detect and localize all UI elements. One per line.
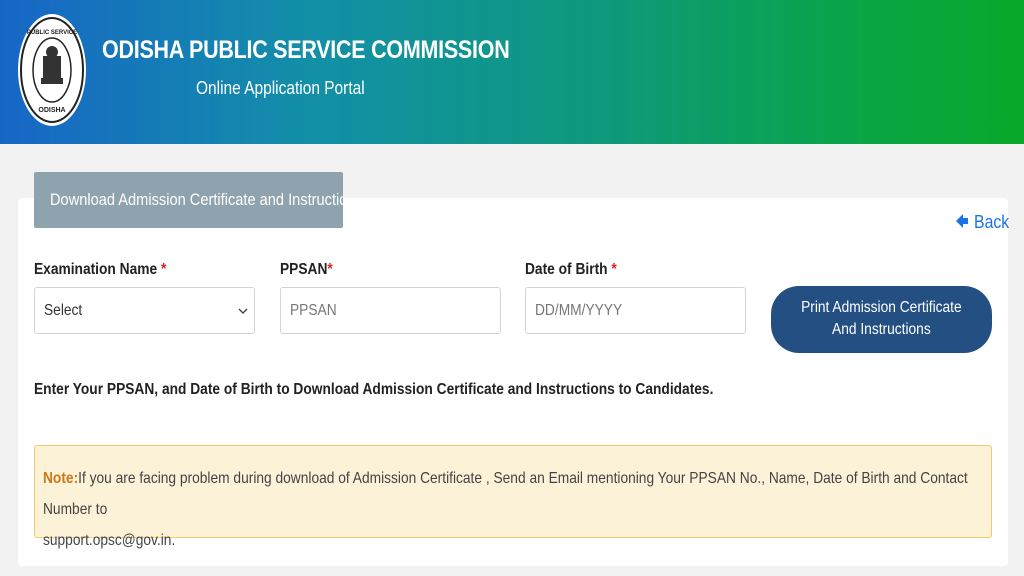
print-admission-certificate-button[interactable]: Print Admission Certificate And Instruct… bbox=[771, 286, 992, 353]
note-label: Note: bbox=[43, 470, 79, 487]
support-email: support.opsc@gov.in. bbox=[43, 532, 176, 549]
back-link[interactable]: Back bbox=[955, 212, 1014, 233]
note-box: Note:If you are facing problem during do… bbox=[34, 445, 992, 549]
ppsan-label: PPSAN* bbox=[280, 261, 333, 278]
required-asterisk: * bbox=[327, 261, 333, 278]
chevron-down-icon bbox=[238, 308, 248, 314]
instruction-text: Enter Your PPSAN, and Date of Birth to D… bbox=[34, 381, 714, 398]
svg-text:ODISHA: ODISHA bbox=[38, 107, 65, 114]
button-label-line1: Print Admission Certificate bbox=[801, 299, 962, 316]
exam-name-selected-value: Select bbox=[44, 302, 83, 319]
state-emblem-seal-icon: PUBLIC SERVICE ODISHA bbox=[18, 14, 86, 126]
ppsan-input[interactable]: PPSAN bbox=[280, 287, 501, 334]
svg-text:PUBLIC SERVICE: PUBLIC SERVICE bbox=[27, 30, 77, 36]
dob-placeholder: DD/MM/YYYY bbox=[535, 302, 623, 319]
required-asterisk: * bbox=[160, 261, 167, 278]
back-label: Back bbox=[974, 212, 1010, 232]
dob-label: Date of Birth * bbox=[525, 261, 617, 278]
note-text: If you are facing problem during downloa… bbox=[43, 470, 968, 518]
required-asterisk: * bbox=[611, 261, 617, 278]
tab-label: Download Admission Certificate and Instr… bbox=[50, 190, 343, 209]
site-header: PUBLIC SERVICE ODISHA ODISHA PUBLIC SERV… bbox=[0, 0, 1024, 144]
ppsan-placeholder: PPSAN bbox=[290, 302, 337, 319]
dob-input[interactable]: DD/MM/YYYY bbox=[525, 287, 746, 334]
arrow-left-icon bbox=[956, 214, 968, 228]
exam-name-select[interactable]: Select bbox=[34, 287, 255, 334]
exam-name-label: Examination Name * bbox=[34, 261, 167, 278]
org-subtitle: Online Application Portal bbox=[196, 78, 365, 98]
org-title: ODISHA PUBLIC SERVICE COMMISSION bbox=[102, 36, 510, 64]
button-label-line2: And Instructions bbox=[832, 321, 931, 338]
tab-download-admission-certificate[interactable]: Download Admission Certificate and Instr… bbox=[34, 172, 343, 228]
